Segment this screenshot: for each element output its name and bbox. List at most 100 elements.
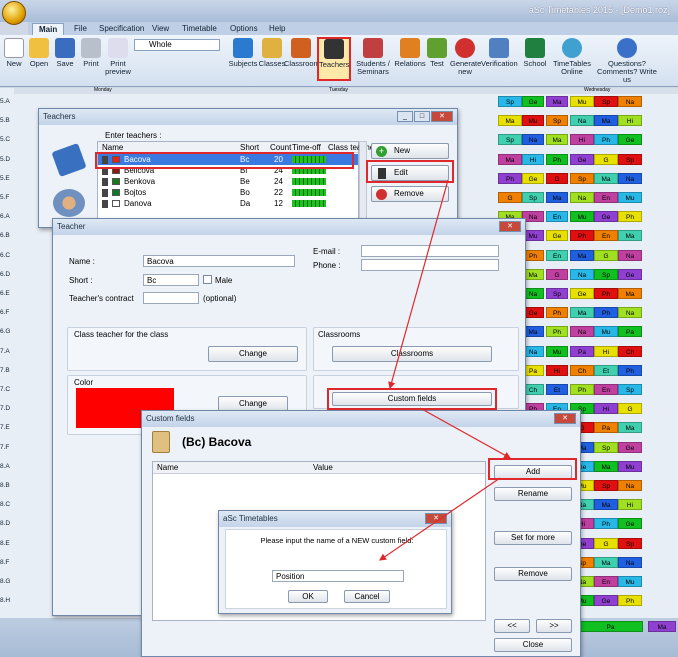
tab-main[interactable]: Main xyxy=(32,23,65,35)
grid-cell[interactable]: G xyxy=(546,172,568,184)
grid-cell[interactable]: Mu xyxy=(618,576,642,587)
grid-cell[interactable]: Mu xyxy=(618,460,642,472)
verification-button[interactable]: Verification xyxy=(481,38,518,68)
grid-cell[interactable]: Et xyxy=(546,384,568,395)
grid-cell[interactable]: En xyxy=(546,211,568,223)
grid-cell[interactable]: En xyxy=(594,576,618,587)
print-preview-button[interactable]: Print preview xyxy=(104,38,132,76)
close-button[interactable]: ✕ xyxy=(499,221,521,232)
grid-cell[interactable]: Ge xyxy=(570,153,594,165)
grid-cell[interactable]: Ma xyxy=(594,115,618,127)
time-off-grid[interactable] xyxy=(292,178,326,185)
grid-cell[interactable]: Ph xyxy=(594,518,618,530)
grid-cell[interactable]: Na xyxy=(618,249,642,261)
grid-cell[interactable]: Ph xyxy=(546,153,568,165)
open-button[interactable]: Open xyxy=(28,38,50,68)
grid-cell[interactable]: Pa xyxy=(570,345,594,357)
grid-cell[interactable]: Ph xyxy=(594,134,618,146)
grid-cell[interactable]: Ge xyxy=(594,595,618,607)
grid-cell[interactable]: Ph xyxy=(570,230,594,242)
subjects-button[interactable]: Subjects xyxy=(228,38,258,68)
grid-cell[interactable]: Ma xyxy=(546,192,568,203)
new-teacher-button[interactable]: + New xyxy=(371,143,449,159)
grid-cell[interactable]: Ge xyxy=(522,96,544,107)
tab-help[interactable]: Help xyxy=(263,23,291,34)
grid-cell[interactable]: Ma xyxy=(618,230,642,242)
tab-options[interactable]: Options xyxy=(224,23,264,34)
grid-cell[interactable]: G xyxy=(546,268,568,280)
school-button[interactable]: School xyxy=(520,38,550,68)
minimize-button[interactable]: _ xyxy=(397,111,413,122)
grid-cell[interactable]: Mu xyxy=(570,211,594,223)
grid-cell[interactable]: G xyxy=(618,403,642,415)
grid-cell[interactable]: Hi xyxy=(594,345,618,357)
grid-cell[interactable]: Sp xyxy=(498,134,522,146)
column-header[interactable]: Name xyxy=(157,463,178,472)
teachers-button[interactable]: Teachers xyxy=(317,37,351,81)
grid-cell[interactable]: Ma xyxy=(594,499,618,511)
grid-cell[interactable]: Sp xyxy=(594,480,618,491)
cancel-button[interactable]: Cancel xyxy=(344,590,390,603)
grid-cell[interactable]: Mu xyxy=(618,192,642,203)
grid-cell[interactable]: Sp xyxy=(546,288,568,299)
grid-cell[interactable]: G xyxy=(594,153,618,165)
grid-cell[interactable]: Ge xyxy=(570,288,594,299)
remove-field-button[interactable]: Remove xyxy=(494,567,572,581)
classrooms-button[interactable]: Classrooms xyxy=(332,346,492,362)
column-header[interactable]: Count xyxy=(270,143,291,152)
table-row[interactable]: Bojtos Bo 22 xyxy=(98,187,358,198)
grid-cell[interactable]: Ma xyxy=(498,115,522,127)
grid-cell[interactable]: Na xyxy=(570,268,594,280)
grid-cell[interactable]: Hi xyxy=(522,153,544,165)
short-field[interactable]: Bc xyxy=(143,274,199,286)
grid-cell[interactable]: Pa xyxy=(594,422,618,434)
grid-cell[interactable]: Sp xyxy=(546,115,568,127)
grid-cell[interactable]: Sp xyxy=(570,172,594,184)
app-menu-orb[interactable] xyxy=(2,1,26,25)
grid-cell[interactable]: Ma xyxy=(570,249,594,261)
grid-cell[interactable]: Ma xyxy=(594,460,618,472)
time-off-grid[interactable] xyxy=(292,200,326,207)
grid-cell[interactable]: En xyxy=(594,230,618,242)
tab-specification[interactable]: Specification xyxy=(93,23,150,34)
save-button[interactable]: Save xyxy=(54,38,76,68)
grid-cell[interactable]: Na xyxy=(570,192,594,203)
grid-cell[interactable]: Ge xyxy=(546,230,568,242)
grid-cell[interactable]: Hi xyxy=(594,403,618,415)
new-button[interactable]: New xyxy=(3,38,25,68)
grid-cell[interactable]: Na xyxy=(570,115,594,127)
scrollbar[interactable] xyxy=(359,141,367,229)
grid-cell[interactable]: Ma xyxy=(546,134,568,146)
grid-cell[interactable]: Na xyxy=(618,480,642,491)
grid-cell[interactable]: Ph xyxy=(594,307,618,319)
grid-cell[interactable]: Sp xyxy=(522,192,544,203)
grid-cell[interactable]: Sp xyxy=(618,153,642,165)
grid-cell[interactable]: Ph xyxy=(594,288,618,299)
grid-cell[interactable]: Ph xyxy=(546,307,568,319)
grid-cell[interactable]: Hi xyxy=(618,499,642,511)
grid-cell[interactable]: En xyxy=(594,384,618,395)
grid-cell[interactable]: G xyxy=(498,192,522,203)
email-field[interactable] xyxy=(361,245,499,257)
column-header[interactable]: Class teacher xyxy=(328,143,377,152)
custom-field-name-input[interactable]: Position xyxy=(272,570,404,582)
grid-cell[interactable]: Ma xyxy=(594,172,618,184)
grid-cell[interactable]: G xyxy=(594,249,618,261)
print-button[interactable]: Print xyxy=(80,38,102,68)
male-checkbox[interactable] xyxy=(203,275,212,284)
grid-cell[interactable]: G xyxy=(594,537,618,549)
grid-cell[interactable]: Ge xyxy=(618,518,642,530)
grid-cell[interactable]: Ma xyxy=(594,556,618,568)
grid-cell[interactable]: Mu xyxy=(546,345,568,357)
grid-cell[interactable]: Ma xyxy=(546,96,568,107)
tab-view[interactable]: View xyxy=(146,23,175,34)
remove-teacher-button[interactable]: Remove xyxy=(371,186,449,202)
grid-cell[interactable]: Na xyxy=(618,556,642,568)
close-dialog-button[interactable]: Close xyxy=(494,638,572,652)
grid-cell[interactable]: Na xyxy=(522,134,544,146)
grid-cell[interactable]: Na xyxy=(618,307,642,319)
name-field[interactable]: Bacova xyxy=(143,255,295,267)
grid-cell[interactable]: Pa xyxy=(578,621,643,632)
grid-cell[interactable]: Ma xyxy=(498,153,522,165)
set-for-more-button[interactable]: Set for more xyxy=(494,531,572,545)
